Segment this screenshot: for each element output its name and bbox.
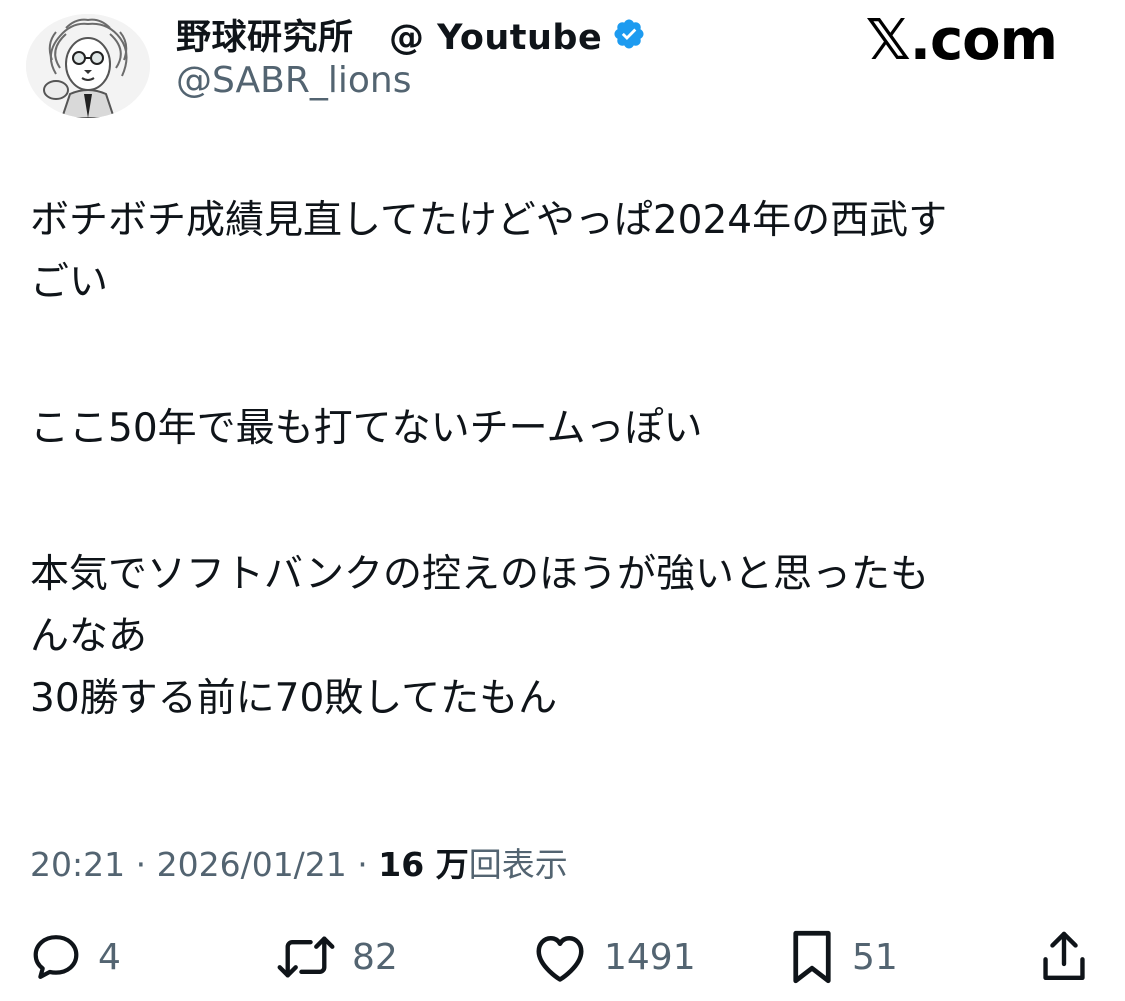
meta-separator: · xyxy=(346,845,379,884)
tweet-text: ボチボチ成績見直してたけどやっぱ2024年の西武す ごい ここ50年で最も打てな… xyxy=(30,190,1105,730)
author-handle[interactable]: @SABR_lions xyxy=(176,60,411,101)
meta-separator: · xyxy=(125,845,157,884)
retweet-button[interactable]: 82 xyxy=(274,925,398,989)
retweet-count: 82 xyxy=(352,936,398,978)
share-icon xyxy=(1043,931,1085,980)
like-icon xyxy=(536,936,584,982)
reply-button[interactable]: 4 xyxy=(28,925,121,989)
retweet-icon xyxy=(277,936,335,978)
tweet-line: んなあ xyxy=(30,614,148,659)
tweet-meta: 20:21 · 2026/01/21 · 16 万回表示 xyxy=(30,838,568,886)
like-count: 1491 xyxy=(604,936,696,978)
bookmark-count: 51 xyxy=(852,936,898,978)
like-button[interactable]: 1491 xyxy=(530,925,696,989)
reply-icon xyxy=(33,935,79,979)
tweet-date[interactable]: 2026/01/21 xyxy=(157,845,347,884)
view-label[interactable]: 回表示 xyxy=(469,845,568,884)
tweet-line: 30勝する前に70敗してたもん xyxy=(30,676,558,721)
display-name[interactable]: 野球研究所 @ Youtube xyxy=(176,9,602,60)
x-watermark: 𝕏.com xyxy=(865,8,1058,73)
view-count: 16 万 xyxy=(378,845,469,884)
tweet-time[interactable]: 20:21 xyxy=(30,845,125,884)
tweet-line: 本気でソフトバンクの控えのほうが強いと思ったも xyxy=(30,552,929,597)
tweet-line: ボチボチ成績見直してたけどやっぱ2024年の西武す xyxy=(30,198,948,243)
tweet-line: ここ50年で最も打てないチームっぽい xyxy=(30,406,703,451)
tweet-line: ごい xyxy=(30,260,109,305)
avatar[interactable] xyxy=(26,14,150,118)
share-button[interactable] xyxy=(1036,925,1092,989)
verified-badge-icon xyxy=(612,17,646,51)
action-bar: 4 82 1491 51 xyxy=(0,925,1125,989)
author-name-row[interactable]: 野球研究所 @ Youtube xyxy=(176,10,646,58)
bookmark-icon xyxy=(793,930,831,984)
reply-count: 4 xyxy=(98,936,121,978)
bookmark-button[interactable]: 51 xyxy=(786,925,898,989)
avatar-lion-icon xyxy=(26,14,150,118)
